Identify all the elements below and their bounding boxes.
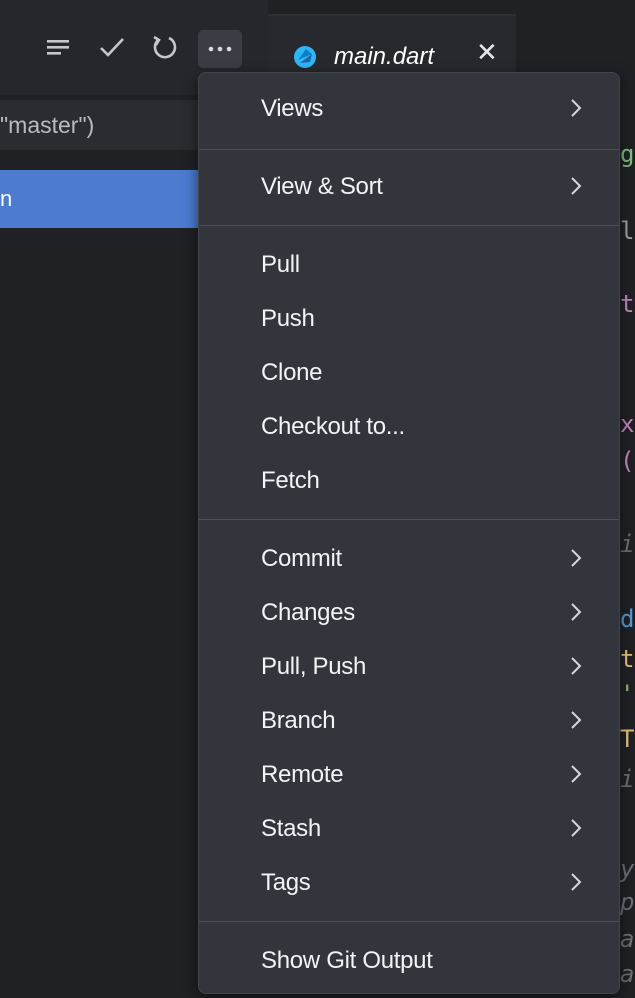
menu-item-changes[interactable]: Changes xyxy=(199,589,619,639)
menu-item-label: Checkout to... xyxy=(261,413,405,440)
code-fragment: i xyxy=(620,765,635,793)
menu-item-branch[interactable]: Branch xyxy=(199,697,619,747)
menu-item-views[interactable]: Views xyxy=(199,85,619,135)
menu-item-label: Fetch xyxy=(261,467,320,494)
code-fragment: x xyxy=(620,410,635,438)
menu-separator xyxy=(199,921,619,922)
menu-item-commit[interactable]: Commit xyxy=(199,535,619,585)
chevron-right-icon xyxy=(571,819,582,837)
menu-separator xyxy=(199,149,619,150)
code-fragment: a xyxy=(620,960,635,988)
menu-item-label: Pull xyxy=(261,251,300,278)
code-fragment: t xyxy=(620,645,635,673)
dart-icon xyxy=(294,46,316,68)
chevron-right-icon xyxy=(571,177,582,195)
chevron-right-icon xyxy=(571,603,582,621)
refresh-icon[interactable] xyxy=(146,28,182,68)
chevron-right-icon xyxy=(571,873,582,891)
chevron-right-icon xyxy=(571,549,582,567)
selected-item-label: n xyxy=(0,186,13,211)
menu-item-stash[interactable]: Stash xyxy=(199,805,619,855)
menu-item-label: Changes xyxy=(261,599,355,626)
menu-item-label: Clone xyxy=(261,359,323,386)
code-fragment: ( xyxy=(620,447,635,475)
code-fragment: y xyxy=(620,855,635,883)
code-fragment: T xyxy=(620,725,635,753)
menu-item-label: Stash xyxy=(261,815,321,842)
menu-item-label: Views xyxy=(261,95,324,122)
list-icon[interactable] xyxy=(40,28,76,68)
menu-item-label: View & Sort xyxy=(261,173,383,200)
code-fragment: t xyxy=(620,290,635,318)
menu-item-label: Pull, Push xyxy=(261,653,367,680)
tab-title: main.dart xyxy=(334,43,435,70)
chevron-right-icon xyxy=(571,711,582,729)
chevron-right-icon xyxy=(571,765,582,783)
menu-item-view-sort[interactable]: View & Sort xyxy=(199,163,619,213)
code-fragment: ' xyxy=(620,680,635,708)
menu-item-pull-push[interactable]: Pull, Push xyxy=(199,643,619,693)
menu-item-label: Remote xyxy=(261,761,344,788)
code-fragment: le xyxy=(620,217,635,245)
menu-item-checkout-to[interactable]: Checkout to... xyxy=(199,403,619,453)
code-fragment: g xyxy=(620,140,635,168)
menu-item-remote[interactable]: Remote xyxy=(199,751,619,801)
branch-text: "master") xyxy=(0,112,95,138)
more-actions-button[interactable] xyxy=(198,30,242,68)
menu-item-label: Push xyxy=(261,305,315,332)
menu-item-label: Tags xyxy=(261,869,311,896)
check-icon[interactable] xyxy=(94,28,130,68)
selected-list-item[interactable]: n xyxy=(0,170,200,228)
menu-separator xyxy=(199,519,619,520)
close-icon[interactable]: ✕ xyxy=(476,38,498,68)
menu-item-label: Commit xyxy=(261,545,342,572)
menu-item-pull[interactable]: Pull xyxy=(199,241,619,291)
menu-item-show-git-output[interactable]: Show Git Output xyxy=(199,937,619,987)
menu-item-clone[interactable]: Clone xyxy=(199,349,619,399)
menu-item-label: Show Git Output xyxy=(261,947,433,974)
code-fragment: a xyxy=(620,925,635,953)
code-fragment: d xyxy=(620,605,635,633)
more-actions-menu: Views View & Sort Pull Push Clone Checkout to… xyxy=(198,72,620,994)
menu-separator xyxy=(199,225,619,226)
code-fragment: i xyxy=(620,530,635,558)
app-window: main.dart ✕ "master") n gletx(idt'Tiypaa… xyxy=(0,0,635,998)
more-icon xyxy=(208,46,232,52)
chevron-right-icon xyxy=(571,99,582,117)
menu-item-push[interactable]: Push xyxy=(199,295,619,345)
menu-item-label: Branch xyxy=(261,707,336,734)
menu-item-tags[interactable]: Tags xyxy=(199,859,619,909)
code-fragment: p xyxy=(620,888,635,916)
chevron-right-icon xyxy=(571,657,582,675)
menu-item-fetch[interactable]: Fetch xyxy=(199,457,619,507)
